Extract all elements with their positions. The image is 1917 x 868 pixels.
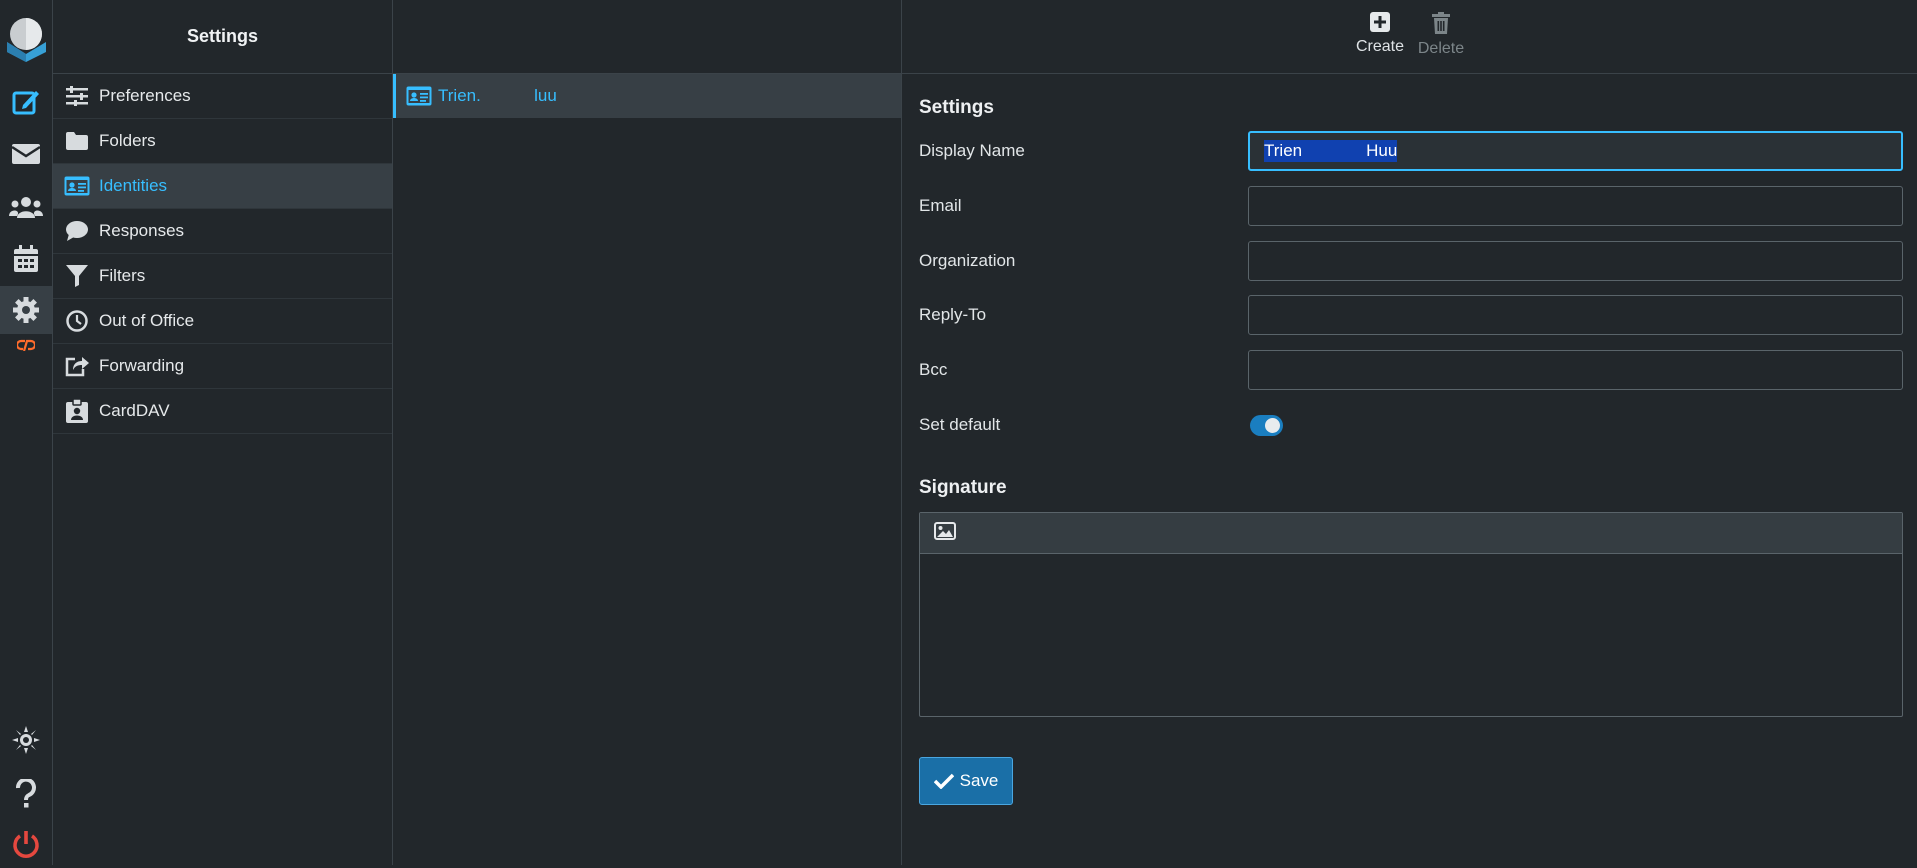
- chat-bubble-icon: [66, 221, 88, 241]
- nav-item-responses[interactable]: Responses: [53, 209, 392, 254]
- identity-row[interactable]: Trien . luu: [393, 74, 901, 118]
- set-default-label: Set default: [919, 415, 1001, 434]
- email-row: Email: [919, 186, 1903, 228]
- trash-icon: [1432, 12, 1450, 34]
- create-button[interactable]: Create: [1348, 12, 1412, 56]
- rail-compose[interactable]: [0, 78, 52, 126]
- nav-item-label: Filters: [99, 266, 146, 285]
- nav-item-label: Forwarding: [99, 356, 185, 375]
- gear-icon: [13, 297, 39, 323]
- contact-badge-icon: [66, 399, 88, 423]
- image-icon: [934, 521, 956, 540]
- nav-item-label: Responses: [99, 221, 185, 240]
- nav-item-forwarding[interactable]: Forwarding: [53, 344, 392, 389]
- reply-to-input[interactable]: [1248, 295, 1903, 335]
- rail-settings[interactable]: [0, 286, 52, 334]
- reply-to-label: Reply-To: [919, 305, 987, 324]
- theme-icon: [12, 726, 40, 754]
- reply-to-row: Reply-To: [919, 295, 1903, 337]
- save-button[interactable]: Save: [919, 757, 1013, 805]
- create-label: Create: [1355, 38, 1405, 55]
- share-icon: [65, 357, 89, 377]
- set-default-toggle[interactable]: [1250, 415, 1283, 436]
- identity-name-first: Trien: [438, 86, 477, 105]
- insert-image-button[interactable]: [934, 521, 956, 545]
- cpanel-icon: [17, 339, 35, 351]
- settings-nav-title: Settings: [53, 0, 392, 74]
- settings-nav: Settings Preferences Folders Identities …: [53, 0, 393, 865]
- toggle-knob: [1265, 418, 1280, 433]
- delete-button[interactable]: Delete: [1409, 12, 1473, 58]
- folder-icon: [66, 132, 88, 150]
- nav-item-out-of-office[interactable]: Out of Office: [53, 299, 392, 344]
- rail-cpanel[interactable]: [0, 330, 52, 360]
- rail-help[interactable]: [0, 770, 52, 818]
- help-icon: [16, 779, 36, 808]
- rail-mail[interactable]: [0, 130, 52, 178]
- nav-item-label: Identities: [99, 176, 168, 195]
- contacts-icon: [9, 197, 43, 218]
- display-name-input[interactable]: Trien Huu: [1248, 131, 1903, 171]
- bcc-row: Bcc: [919, 350, 1903, 392]
- email-input[interactable]: [1248, 186, 1903, 226]
- signature-editor: [919, 512, 1903, 717]
- id-card-icon: [406, 86, 432, 106]
- settings-section-title: Settings: [919, 97, 994, 118]
- nav-item-identities[interactable]: Identities: [53, 164, 392, 209]
- rail-contacts[interactable]: [0, 183, 52, 231]
- mail-icon: [11, 144, 41, 164]
- calendar-icon: [14, 245, 38, 272]
- rail-theme[interactable]: [0, 716, 52, 764]
- nav-item-carddav[interactable]: CardDAV: [53, 389, 392, 434]
- nav-item-preferences[interactable]: Preferences: [53, 74, 392, 119]
- organization-label: Organization: [919, 251, 1016, 270]
- delete-label: Delete: [1417, 40, 1465, 57]
- compose-icon: [12, 91, 39, 115]
- funnel-icon: [66, 265, 88, 287]
- identities-list: Trien . luu: [393, 0, 902, 865]
- organization-row: Organization: [919, 241, 1903, 283]
- identity-name-mid: .: [476, 86, 481, 105]
- sliders-icon: [66, 86, 88, 106]
- identity-name-last: luu: [534, 86, 557, 105]
- display-name-value-first: Trien: [1264, 140, 1303, 162]
- clock-icon: [66, 310, 88, 332]
- display-name-label: Display Name: [919, 141, 1025, 160]
- signature-textarea[interactable]: [920, 554, 1902, 717]
- bcc-label: Bcc: [919, 360, 948, 379]
- nav-item-folders[interactable]: Folders: [53, 119, 392, 164]
- nav-item-filters[interactable]: Filters: [53, 254, 392, 299]
- toolbar: Create Delete: [902, 0, 1917, 74]
- nav-item-label: Out of Office: [99, 311, 195, 330]
- organization-input[interactable]: [1248, 241, 1903, 281]
- save-label: Save: [959, 771, 999, 790]
- nav-item-label: Preferences: [99, 86, 191, 105]
- checkmark-icon: [933, 773, 954, 789]
- identity-edit-panel: Create Delete Settings Display Name Trie…: [902, 0, 1917, 865]
- rail-logout[interactable]: [0, 820, 52, 868]
- app-rail: [0, 0, 53, 865]
- email-label: Email: [919, 196, 962, 215]
- app-window: Settings Preferences Folders Identities …: [0, 0, 1917, 865]
- logout-icon: [13, 831, 39, 858]
- signature-toolbar: [920, 513, 1902, 554]
- display-name-value-last: Huu: [1366, 140, 1398, 162]
- set-default-row: Set default: [919, 405, 1903, 447]
- display-name-row: Display Name Trien Huu: [919, 131, 1903, 173]
- id-card-icon: [64, 176, 90, 196]
- bcc-input[interactable]: [1248, 350, 1903, 390]
- nav-item-label: CardDAV: [99, 401, 170, 420]
- nav-item-label: Folders: [99, 131, 156, 150]
- signature-section-title: Signature: [919, 477, 1007, 498]
- rail-calendar[interactable]: [0, 235, 52, 283]
- identities-list-header: [393, 0, 901, 74]
- plus-square-icon: [1370, 12, 1390, 32]
- roundcube-logo[interactable]: [3, 12, 49, 62]
